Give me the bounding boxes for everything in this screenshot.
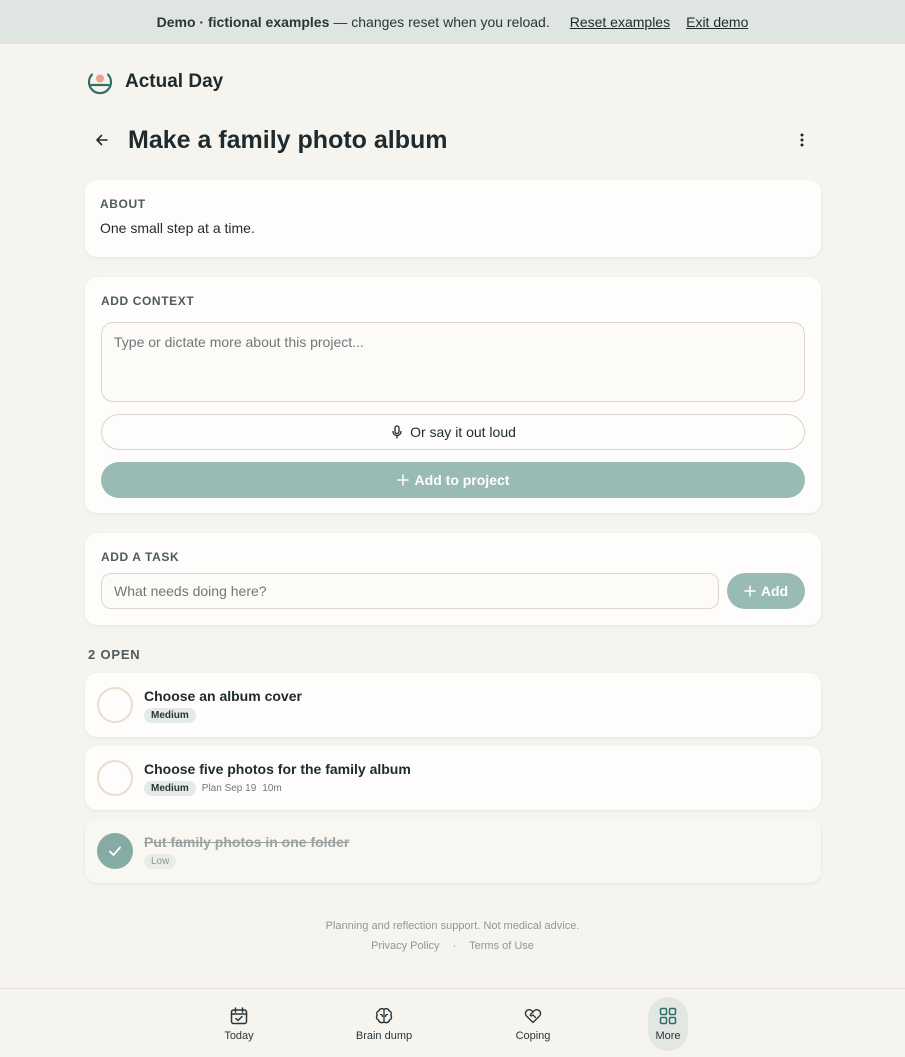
app-brand[interactable]: Actual Day [86,68,223,96]
calendar-check-icon [230,1007,248,1025]
add-to-project-label: Add to project [414,472,510,488]
about-card: ABOUT One small step at a time. [85,180,821,257]
page-title: Make a family photo album [128,125,448,154]
exit-demo-link[interactable]: Exit demo [686,14,748,30]
add-context-card: ADD CONTEXT Type or dictate more about t… [85,277,821,513]
plus-icon [744,585,756,597]
checkmark-icon [109,846,121,856]
app-name: Actual Day [125,71,224,92]
microphone-icon [392,425,402,439]
nav-item-today[interactable]: Today [219,997,259,1051]
nav-label-today: Today [224,1030,254,1042]
terms-of-use-link[interactable]: Terms of Use [469,940,534,952]
more-options-button[interactable] [788,126,816,154]
grid-icon [659,1007,677,1025]
nav-item-coping[interactable]: Coping [513,997,553,1051]
plus-icon [396,474,409,486]
task-item[interactable]: Choose an album cover Medium [85,673,821,737]
footer-separator: · [452,940,457,952]
say-it-out-loud-button[interactable]: Or say it out loud [101,414,805,450]
add-task-button[interactable]: Add [727,573,805,609]
task-checkbox[interactable] [97,760,133,796]
task-checkbox[interactable] [97,687,133,723]
nav-label-more: More [655,1030,681,1042]
add-task-label: ADD A TASK [101,550,180,564]
about-label: ABOUT [100,197,146,211]
context-textarea[interactable]: Type or dictate more about this project.… [101,322,805,402]
add-task-button-label: Add [760,583,789,599]
banner-text: — changes reset when you reload. [333,14,550,30]
task-duration: 10m [262,782,282,794]
task-plan-date: Plan Sep 19 [201,782,257,794]
say-it-out-loud-label: Or say it out loud [410,424,516,440]
bottom-navigation: Today Brain dump Coping More [0,988,905,1057]
about-text: One small step at a time. [100,220,255,236]
task-checkbox-checked[interactable] [97,833,133,869]
task-item-completed[interactable]: Put family photos in one folder Low [85,819,821,883]
reset-examples-link[interactable]: Reset examples [570,14,670,30]
more-vertical-icon [800,133,804,147]
task-title: Put family photos in one folder [144,833,350,850]
disclaimer-text: Planning and reflection support. Not med… [325,920,580,932]
new-task-input[interactable]: What needs doing here? [101,573,719,609]
open-task-count: 2 OPEN [88,647,141,662]
nav-label-brain-dump: Brain dump [355,1030,413,1042]
priority-badge: Low [144,853,177,869]
footer: Planning and reflection support. Not med… [0,916,905,956]
task-title: Choose five photos for the family album [144,760,411,777]
task-title: Choose an album cover [144,687,302,704]
arrow-left-icon [96,134,108,146]
brain-icon [375,1007,393,1024]
nav-label-coping: Coping [515,1030,551,1042]
banner-title: Demo · fictional examples [156,14,330,30]
add-task-card: ADD A TASK What needs doing here? Add [85,533,821,625]
nav-item-more[interactable]: More [648,997,688,1051]
add-to-project-button[interactable]: Add to project [101,462,805,498]
privacy-policy-link[interactable]: Privacy Policy [371,940,439,952]
priority-badge: Medium [144,780,196,796]
demo-banner: Demo · fictional examples — changes rese… [0,0,905,44]
back-button[interactable] [86,124,118,156]
priority-badge: Medium [144,707,196,723]
page-header: Make a family photo album [86,122,820,158]
nav-item-brain-dump[interactable]: Brain dump [354,997,414,1051]
task-item[interactable]: Choose five photos for the family album … [85,746,821,810]
app-logo-icon [87,73,113,95]
add-context-label: ADD CONTEXT [101,294,195,308]
heart-handshake-icon [524,1009,542,1024]
